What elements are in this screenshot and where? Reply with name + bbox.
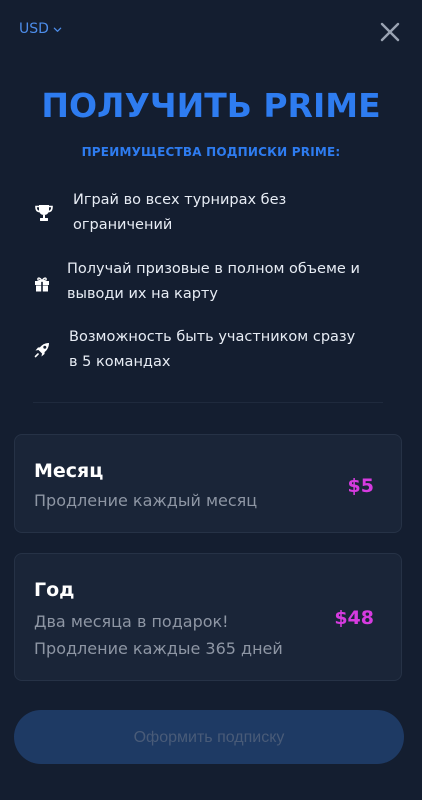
plan-description: Продление каждые 365 дней	[34, 639, 283, 658]
plan-name: Год	[34, 579, 75, 601]
chevron-down-icon	[53, 27, 62, 32]
benefit-text: Получай призовые в полном объеме и вывод…	[67, 261, 360, 302]
plan-card-year[interactable]: Год Два месяца в подарок! Продление кажд…	[14, 553, 402, 681]
benefit-text: Играй во всех турнирах без ограничений	[73, 192, 287, 233]
plan-price: $48	[334, 607, 374, 629]
plan-name: Месяц	[34, 460, 104, 482]
plan-price: $5	[347, 475, 374, 497]
page-title: ПОЛУЧИТЬ PRIME	[41, 86, 381, 125]
close-icon[interactable]	[380, 22, 400, 42]
benefits-heading: ПРЕИМУЩЕСТВА ПОДПИСКИ PRIME:	[81, 145, 341, 159]
benefit-text: Возможность быть участником сразу в 5 ко…	[69, 329, 356, 370]
trophy-icon	[35, 205, 53, 221]
plan-bonus: Два месяца в подарок!	[34, 612, 229, 631]
currency-selector[interactable]: USD	[19, 21, 62, 37]
subscribe-button[interactable]: Оформить подписку	[14, 710, 404, 764]
plan-description: Продление каждый месяц	[34, 491, 258, 510]
rocket-icon	[34, 343, 49, 358]
gift-icon	[35, 277, 49, 292]
plan-card-month[interactable]: Месяц Продление каждый месяц $5	[14, 434, 402, 533]
prime-modal: USD ПОЛУЧИТЬ PRIME ПРЕИМУЩЕСТВА ПОДПИСКИ…	[0, 0, 422, 800]
divider	[33, 402, 383, 403]
currency-label: USD	[19, 21, 49, 37]
